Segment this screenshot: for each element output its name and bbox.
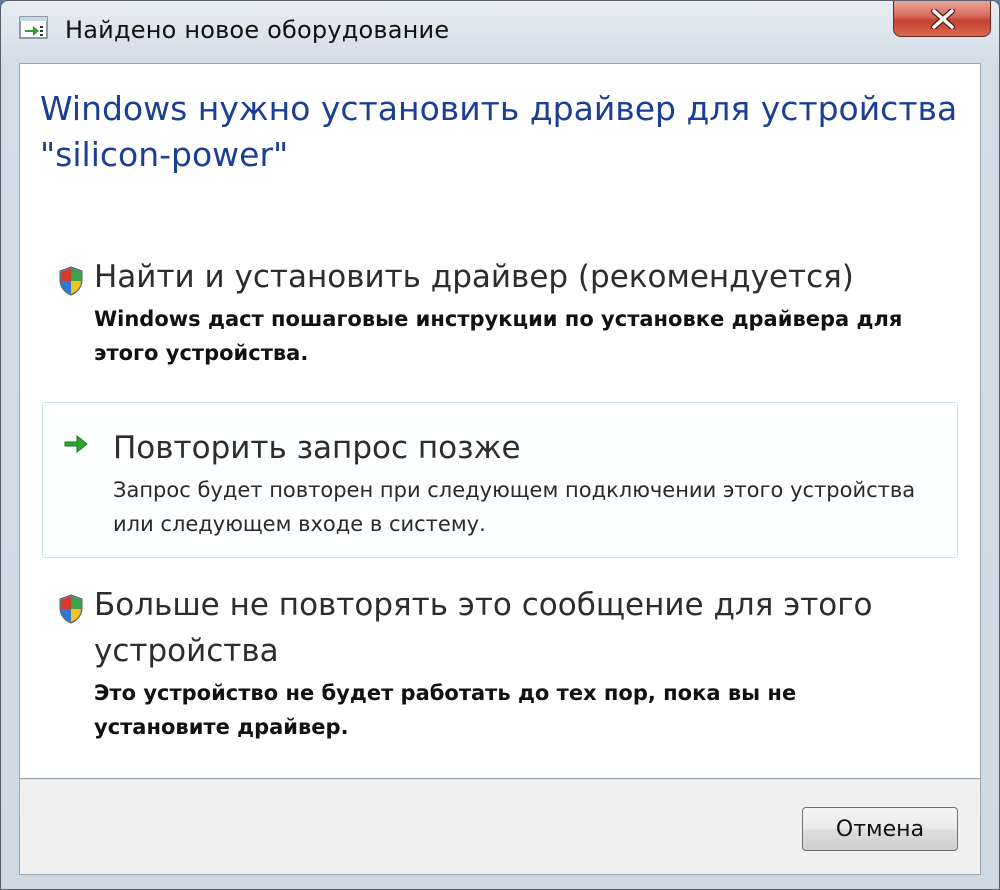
option-description: Это устройство не будет работать до тех …	[94, 681, 797, 739]
option-ask-later[interactable]: Повторить запрос позже Запрос будет повт…	[42, 402, 958, 558]
green-arrow-icon	[63, 433, 89, 459]
option-title: Больше не повторять это сообщение для эт…	[94, 587, 873, 669]
shield-icon	[58, 594, 84, 628]
window-title: Найдено новое оборудование	[65, 16, 450, 44]
dialog-footer: Отмена	[19, 779, 981, 875]
option-title: Повторить запрос позже	[113, 430, 521, 466]
cancel-button[interactable]: Отмена	[802, 807, 958, 851]
dialog-heading: Windows нужно установить драйвер для уст…	[40, 89, 958, 174]
dialog-content: Windows нужно установить драйвер для уст…	[19, 63, 981, 779]
option-find-install-driver[interactable]: Найти и установить драйвер (рекомендуетс…	[50, 252, 950, 382]
close-icon	[931, 9, 955, 29]
close-button[interactable]	[893, 1, 991, 37]
option-dont-ask-again[interactable]: Больше не повторять это сообщение для эт…	[50, 580, 950, 750]
option-description: Windows даст пошаговые инструкции по уст…	[94, 307, 903, 365]
option-title: Найти и установить драйвер (рекомендуетс…	[94, 259, 854, 295]
dialog-window: Найдено новое оборудование Windows нужно…	[0, 0, 1000, 890]
option-description: Запрос будет повторен при следующем подк…	[113, 478, 916, 536]
new-hardware-icon	[19, 15, 49, 41]
title-bar[interactable]: Найдено новое оборудование	[1, 1, 999, 63]
shield-icon	[58, 266, 84, 300]
